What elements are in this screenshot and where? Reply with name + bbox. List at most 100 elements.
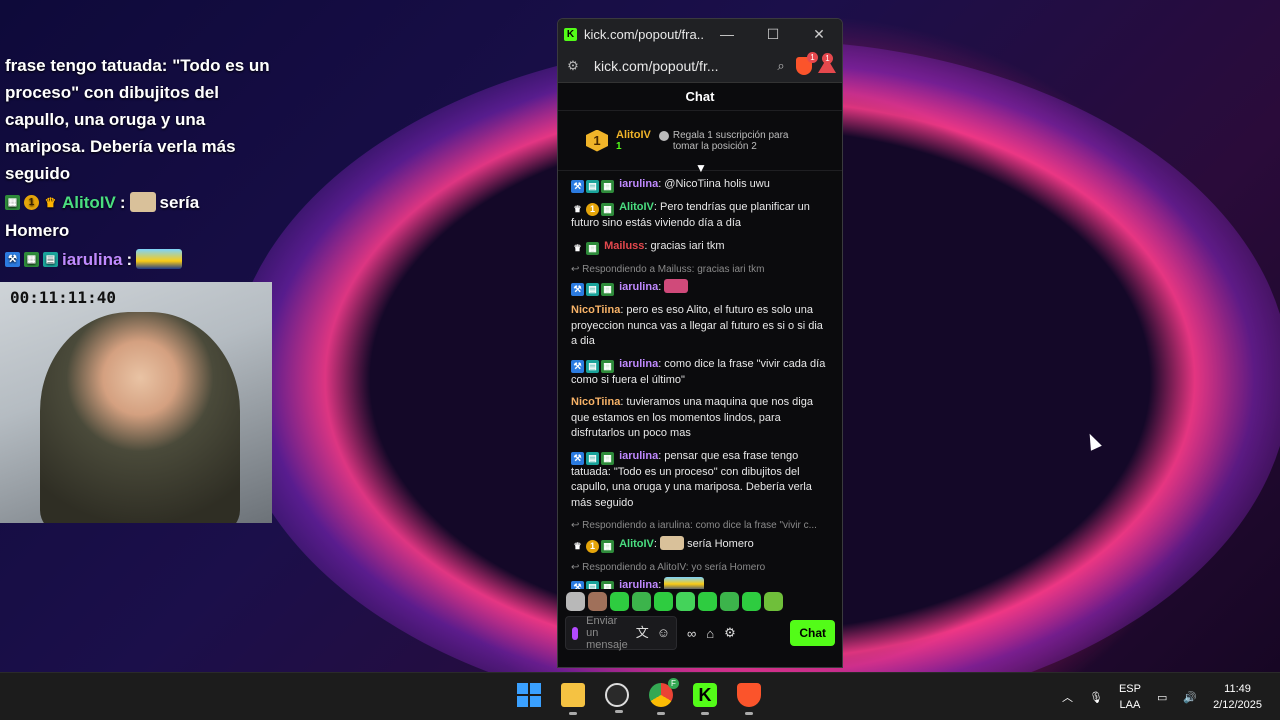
chat-message: ⚒ ▤ ▦ iarulina: como dice la frase "vivir … [571, 357, 828, 389]
chat-username[interactable]: iarulina [619, 358, 658, 370]
overlay-username: AlitoIV [62, 192, 116, 212]
emote-icon[interactable] [610, 591, 629, 611]
clock-time: 11:49 [1224, 683, 1251, 695]
obs-studio-icon[interactable] [605, 683, 629, 713]
kick-logo-icon: K [564, 27, 577, 41]
hammer-badge-icon: ⚒ [571, 283, 584, 296]
running-indicator [745, 712, 753, 715]
emote-quick-bar [558, 589, 842, 613]
site-settings-icon[interactable]: ⚙ [564, 58, 582, 74]
chat-text: : gracias iari tkm [644, 239, 725, 252]
creeper-badge-icon: ▦ [601, 359, 614, 373]
chat-username[interactable]: iarulina [619, 579, 658, 589]
show-hidden-icons-chevron-icon[interactable]: ︿ [1062, 689, 1073, 705]
gift-sub-text: Regala 1 suscripción para tomar la posic… [672, 129, 789, 152]
store-icon[interactable]: ⌂ [706, 626, 714, 641]
overlay-message-alitoiv: ▦ 1 ♛ AlitoIV : sería [5, 187, 275, 217]
overlay-separator: : [126, 249, 133, 269]
chat-username[interactable]: iarulina [619, 281, 658, 293]
rank-badge-icon: 1 [586, 129, 608, 152]
gift-icon [658, 130, 669, 141]
emote-icon[interactable] [654, 591, 673, 611]
microphone-icon[interactable] [572, 626, 579, 640]
car-emote-icon [136, 249, 183, 269]
expand-chevron-icon[interactable]: ▼ [695, 161, 707, 175]
reply-text: Respondiendo a AlitoIV: yo sería Homero [582, 561, 766, 573]
creeper-badge-icon: ▦ [601, 451, 614, 465]
layout-code: LAA [1119, 699, 1141, 711]
close-button[interactable]: ✕ [796, 26, 842, 43]
kick-app-icon[interactable]: K [693, 683, 717, 715]
chat-username[interactable]: iarulina [619, 178, 658, 190]
url-field[interactable]: kick.com/popout/fr... [594, 58, 766, 74]
creeper-badge-icon: ▦ [601, 539, 614, 553]
chat-username[interactable]: AlitoIV [619, 538, 654, 550]
taskbar-apps: F K [517, 678, 761, 715]
top-gifter-user[interactable]: AlitoIV 1 [616, 129, 651, 152]
window-titlebar[interactable]: K kick.com/popout/fra... — ☐ ✕ [558, 19, 842, 49]
creeper-badge-icon: ▦ [5, 194, 20, 210]
reply-context[interactable]: ↩ Respondiendo a Mailuss: gracias iari t… [571, 262, 828, 278]
emote-icon[interactable] [676, 591, 695, 611]
overlay-message-text: sería [159, 192, 200, 212]
brave-shields-icon[interactable]: 1 [796, 51, 818, 75]
points-icon[interactable]: ∞ [687, 626, 696, 641]
crown-badge-icon: ♛ [573, 242, 582, 253]
running-indicator [569, 712, 577, 715]
emote-icon[interactable] [742, 591, 761, 611]
language-indicator[interactable]: ESP LAA [1119, 681, 1141, 713]
chat-username[interactable]: AlitoIV [619, 201, 654, 213]
minimize-button[interactable]: — [704, 26, 750, 42]
emote-icon[interactable] [720, 591, 739, 611]
emote-icon [664, 279, 689, 293]
chat-username[interactable]: Mailuss [604, 240, 644, 252]
dog-emote-icon [660, 535, 685, 550]
gift-sub-prompt[interactable]: Regala 1 suscripción para tomar la posic… [658, 129, 789, 152]
reply-context[interactable]: ↩ Respondiendo a AlitoIV: yo sería Homer… [571, 560, 828, 576]
zoom-icon[interactable]: ⌕ [772, 58, 790, 74]
file-explorer-icon[interactable] [561, 683, 585, 715]
chrome-icon[interactable]: F [649, 678, 679, 715]
emoji-icon[interactable]: ☺ [657, 626, 670, 639]
dog-emote-icon [129, 192, 156, 212]
volume-icon[interactable]: 🔊 [1183, 691, 1197, 704]
send-chat-button[interactable]: Chat [790, 620, 835, 646]
chat-username[interactable]: NicoTiina [571, 396, 620, 408]
translate-icon[interactable]: 文 [636, 626, 649, 639]
brave-browser-icon[interactable] [737, 683, 761, 715]
chat-text: : [658, 281, 662, 293]
reply-context[interactable]: ↩ Respondiendo a iarulina: como dice la … [571, 518, 828, 534]
start-menu-icon[interactable] [517, 683, 541, 707]
overlay-line: Homero [5, 221, 70, 240]
hammer-badge-icon: ⚒ [571, 180, 584, 193]
address-bar: ⚙ kick.com/popout/fr... ⌕ 1 1 [558, 49, 842, 83]
emote-icon[interactable] [632, 591, 651, 611]
network-icon[interactable]: ▭ [1157, 691, 1167, 704]
emote-icon[interactable] [698, 591, 717, 611]
overlay-line: frase tengo tatuada: "Todo es un [5, 56, 270, 75]
emote-icon[interactable] [566, 591, 585, 611]
reply-text: Respondiendo a Mailuss: gracias iari tkm [582, 263, 765, 275]
chat-text: : [658, 579, 662, 589]
sub-badge-icon: ▤ [586, 283, 599, 296]
emote-icon[interactable] [764, 591, 783, 611]
chat-header: Chat [558, 83, 842, 111]
clock[interactable]: 11:49 2/12/2025 [1213, 681, 1262, 713]
chat-username[interactable]: iarulina [619, 450, 658, 462]
maximize-button[interactable]: ☐ [750, 26, 796, 43]
chat-message: ⚒ ▤ ▦ iarulina: @NicoTiina holis uwu [571, 177, 828, 193]
chat-message: ↩ Respondiendo a Mailuss: gracias iari t… [571, 262, 828, 296]
creeper-badge-icon: ▦ [601, 581, 614, 589]
emote-icon[interactable] [588, 591, 607, 611]
settings-gear-icon[interactable]: ⚙ [724, 625, 736, 641]
chat-message-input[interactable]: Enviar un mensaje 文 ☺ [565, 615, 677, 651]
creeper-badge-icon: ▦ [601, 203, 614, 216]
hammer-badge-icon: ⚒ [571, 359, 584, 373]
chat-username[interactable]: NicoTiina [571, 304, 620, 316]
gold-badge-icon: 1 [24, 194, 39, 210]
running-indicator [657, 712, 665, 715]
top-gifter-count: 1 [616, 141, 622, 152]
microphone-tray-icon[interactable]: 🎙 [1089, 691, 1103, 704]
brave-rewards-icon[interactable]: 1 [818, 53, 836, 73]
language-code: ESP [1118, 683, 1141, 695]
